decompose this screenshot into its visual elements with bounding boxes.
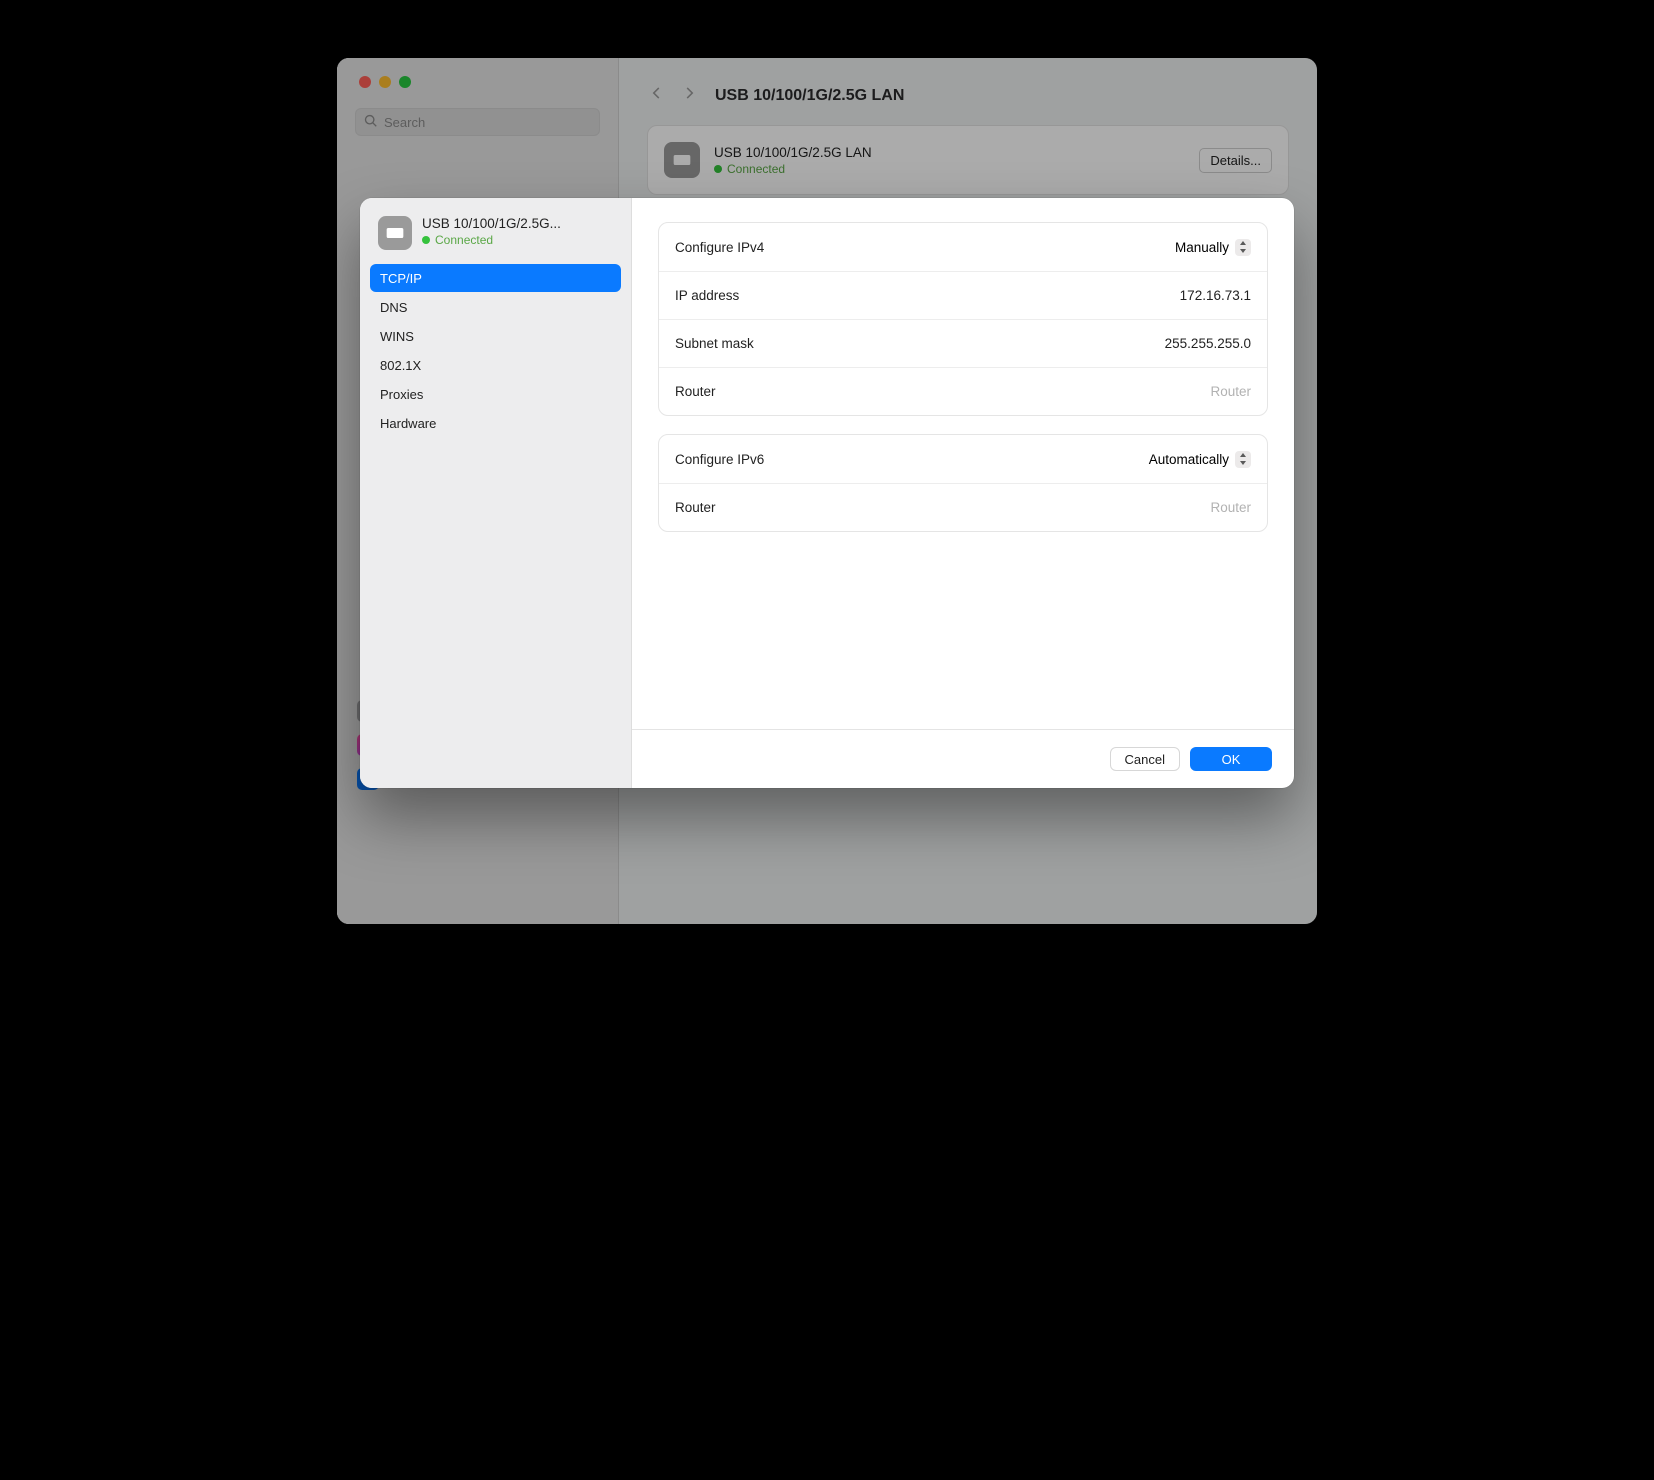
ipv6-router-placeholder: Router	[1210, 500, 1251, 515]
configure-ipv6-label: Configure IPv6	[675, 452, 764, 467]
sheet-interface-status: Connected	[422, 233, 612, 247]
network-details-sheet: USB 10/100/1G/2.5G... Connected TCP/IP D…	[360, 198, 1294, 788]
configure-ipv6-select[interactable]: Automatically	[1149, 451, 1251, 468]
configure-ipv4-label: Configure IPv4	[675, 240, 764, 255]
configure-ipv4-value: Manually	[1175, 240, 1229, 255]
sheet-footer: Cancel OK	[632, 730, 1294, 788]
ipv6-router-row[interactable]: Router Router	[659, 483, 1267, 531]
subnet-mask-row[interactable]: Subnet mask 255.255.255.0	[659, 319, 1267, 367]
ethernet-icon	[378, 216, 412, 250]
ip-address-label: IP address	[675, 288, 739, 303]
ip-address-value: 172.16.73.1	[1180, 288, 1251, 303]
ip-address-row[interactable]: IP address 172.16.73.1	[659, 271, 1267, 319]
tab-hardware[interactable]: Hardware	[370, 409, 621, 437]
ipv6-group: Configure IPv6 Automatically Router Rout…	[658, 434, 1268, 532]
configure-ipv4-row: Configure IPv4 Manually	[659, 223, 1267, 271]
subnet-mask-value: 255.255.255.0	[1165, 336, 1251, 351]
up-down-icon	[1235, 451, 1251, 468]
configure-ipv6-value: Automatically	[1149, 452, 1229, 467]
up-down-icon	[1235, 239, 1251, 256]
ipv4-router-label: Router	[675, 384, 716, 399]
sheet-tab-list: TCP/IP DNS WINS 802.1X Proxies Hardware	[360, 264, 631, 437]
tab-dns[interactable]: DNS	[370, 293, 621, 321]
configure-ipv6-row: Configure IPv6 Automatically	[659, 435, 1267, 483]
ipv6-router-label: Router	[675, 500, 716, 515]
sheet-main: Configure IPv4 Manually IP address 172.1…	[632, 198, 1294, 788]
ipv4-group: Configure IPv4 Manually IP address 172.1…	[658, 222, 1268, 416]
ok-button[interactable]: OK	[1190, 747, 1272, 771]
sheet-interface-name: USB 10/100/1G/2.5G...	[422, 216, 612, 231]
sheet-header: USB 10/100/1G/2.5G... Connected	[360, 216, 631, 264]
configure-ipv4-select[interactable]: Manually	[1175, 239, 1251, 256]
system-settings-window: Search Control Center Siri & Spotlight P…	[337, 58, 1317, 924]
sheet-body: Configure IPv4 Manually IP address 172.1…	[632, 198, 1294, 730]
subnet-mask-label: Subnet mask	[675, 336, 754, 351]
ipv4-router-placeholder: Router	[1210, 384, 1251, 399]
tab-wins[interactable]: WINS	[370, 322, 621, 350]
sheet-sidebar: USB 10/100/1G/2.5G... Connected TCP/IP D…	[360, 198, 632, 788]
tab-tcp-ip[interactable]: TCP/IP	[370, 264, 621, 292]
ipv4-router-row[interactable]: Router Router	[659, 367, 1267, 415]
cancel-button[interactable]: Cancel	[1110, 747, 1180, 771]
tab-proxies[interactable]: Proxies	[370, 380, 621, 408]
tab-8021x[interactable]: 802.1X	[370, 351, 621, 379]
